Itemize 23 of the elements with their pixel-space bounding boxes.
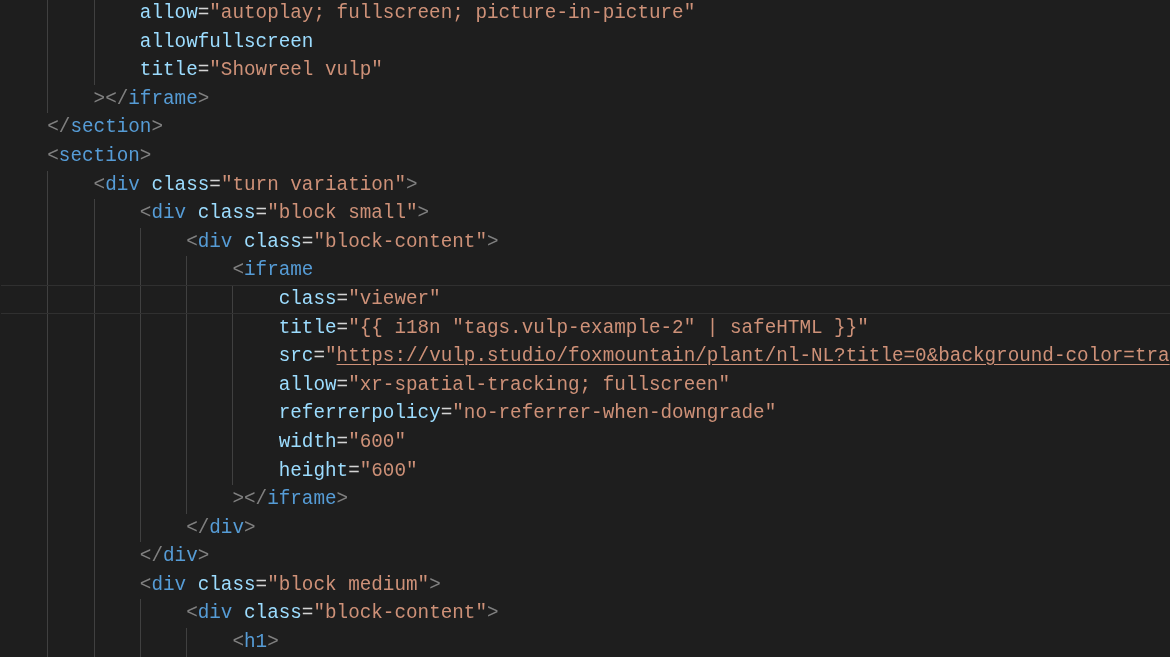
code-line: allow="xr-spatial-tracking; fullscreen" [278,372,730,398]
code-line: </div> [139,544,210,570]
code-line: referrerpolicy="no-referrer-when-downgrade" [278,401,777,427]
code-line: <div class="block-content"> [186,229,499,255]
code-line: height="600" [278,458,418,484]
code-line: width="600" [278,429,406,455]
code-line: ></iframe> [232,487,349,513]
code-line: <iframe [232,258,314,284]
code-line: class="viewer" [278,286,441,312]
code-line: allow="autoplay; fullscreen; picture-in-picture" [139,1,696,26]
code-line: </div> [186,515,256,541]
code-line: <div class="block medium"> [139,572,441,598]
code-line: <div class="block small"> [139,201,430,227]
code-line: <section> [47,143,152,169]
code-line: <div class="block-content"> [186,601,499,627]
code-line: <div class="turn variation"> [93,172,418,198]
code-line: src="https://vulp.studio/foxmountain/plant/nl-NL?title=0&background-color=tra [278,344,1170,370]
code-line: title="Showreel vulp" [139,58,383,84]
code-line: ></iframe> [93,86,210,112]
code-line: </section> [47,115,163,141]
code-line: allowfullscreen [139,29,314,55]
code-line: <h1> [232,630,279,656]
code-line: title="{{ i18n "tags.vulp-example-2" | safeHTML }}" [278,315,869,341]
